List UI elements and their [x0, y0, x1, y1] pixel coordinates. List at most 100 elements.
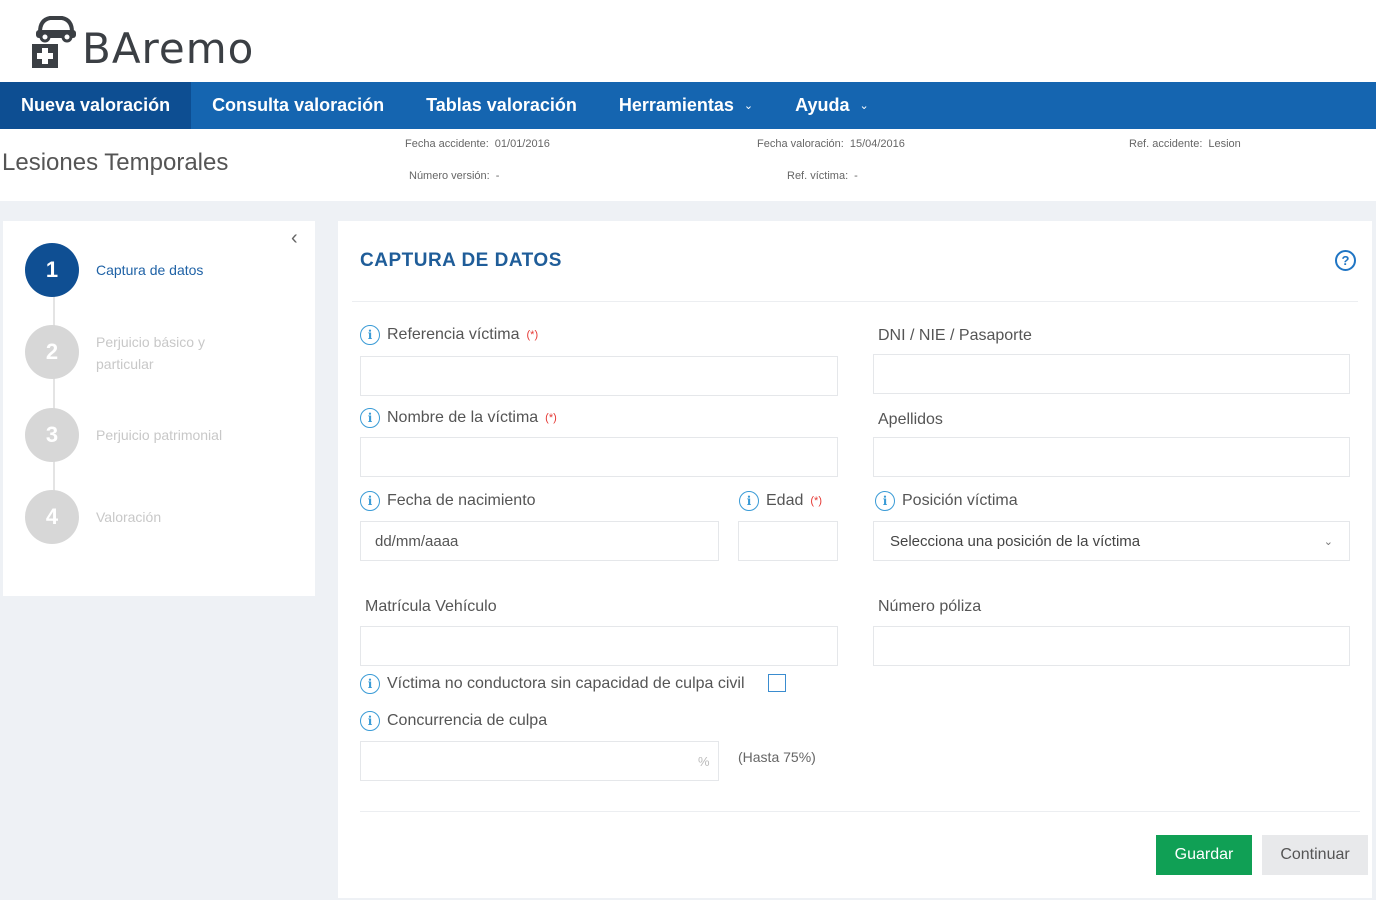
step-captura-datos[interactable]: 1 Captura de datos: [25, 243, 256, 297]
step-number: 2: [25, 325, 79, 379]
chevron-down-icon: ⌄: [859, 100, 869, 112]
field-label: Referencia víctima: [387, 326, 520, 343]
posicion-victima-select[interactable]: Selecciona una posición de la víctima ⌄: [873, 521, 1350, 561]
info-icon[interactable]: i: [739, 491, 759, 511]
dni-input[interactable]: [873, 354, 1350, 394]
info-icon[interactable]: i: [360, 408, 380, 428]
label-edad: i Edad (*): [739, 491, 822, 511]
info-icon[interactable]: i: [360, 491, 380, 511]
label-dni: DNI / NIE / Pasaporte: [878, 327, 1032, 345]
field-label: Concurrencia de culpa: [387, 712, 548, 729]
meta-value: 15/04/2016: [849, 138, 905, 150]
meta-label: Fecha accidente:: [405, 138, 489, 150]
nav-tablas-valoracion[interactable]: Tablas valoración: [405, 82, 598, 129]
brand-name: BAremo: [82, 24, 255, 73]
info-icon[interactable]: i: [360, 325, 380, 345]
info-icon[interactable]: i: [360, 711, 380, 731]
meta-numero-version: Número versión: -: [409, 170, 499, 182]
save-button[interactable]: Guardar: [1156, 835, 1252, 875]
nav-nueva-valoracion[interactable]: Nueva valoración: [0, 82, 192, 129]
page-title: Lesiones Temporales: [2, 149, 229, 176]
field-label: Nombre de la víctima: [387, 409, 539, 426]
divider: [352, 301, 1358, 302]
label-nombre-victima: i Nombre de la víctima (*): [360, 408, 557, 428]
label-concurrencia-culpa: i Concurrencia de culpa: [360, 711, 547, 731]
main-nav: Nueva valoración Consulta valoración Tab…: [0, 82, 1376, 129]
nav-label: Consulta valoración: [212, 95, 385, 115]
nav-herramientas[interactable]: Herramientas ⌄: [598, 82, 774, 129]
data-capture-card: CAPTURA DE DATOS ? i Referencia víctima …: [338, 221, 1372, 898]
step-number: 1: [25, 243, 79, 297]
step-label: Perjuicio básico y particular: [96, 334, 205, 372]
field-label: Matrícula Vehículo: [365, 598, 497, 615]
nav-label: Tablas valoración: [426, 95, 577, 115]
steps-sidebar: ‹ 1 Captura de datos 2 Perjuicio básico …: [3, 221, 315, 596]
apellidos-input[interactable]: [873, 437, 1350, 477]
meta-label: Ref. accidente:: [1129, 138, 1203, 150]
chevron-left-icon[interactable]: ‹: [291, 227, 298, 250]
step-label: Valoración: [96, 509, 162, 525]
form-title: CAPTURA DE DATOS: [360, 250, 562, 271]
field-label: Apellidos: [878, 411, 943, 428]
field-label: Edad: [766, 492, 804, 509]
chevron-down-icon: ⌄: [743, 100, 754, 112]
step-perjuicio-basico[interactable]: 2 Perjuicio básico y particular: [25, 325, 256, 379]
meta-label: Fecha valoración:: [757, 138, 844, 150]
info-icon[interactable]: i: [875, 491, 895, 511]
help-icon[interactable]: ?: [1335, 250, 1356, 271]
nav-label: Herramientas: [618, 95, 734, 115]
fecha-nacimiento-input[interactable]: [360, 521, 719, 561]
nav-ayuda[interactable]: Ayuda ⌄: [774, 82, 890, 129]
field-label: Fecha de nacimiento: [387, 492, 536, 509]
required-mark: (*): [526, 329, 539, 341]
meta-label: Número versión:: [409, 170, 490, 182]
step-number: 3: [25, 408, 79, 462]
step-number: 4: [25, 490, 79, 544]
nav-label: Nueva valoración: [21, 95, 171, 115]
chevron-down-icon: ⌄: [1323, 535, 1333, 548]
meta-fecha-valoracion: Fecha valoración: 15/04/2016: [757, 138, 905, 150]
meta-value: -: [495, 170, 500, 182]
matricula-input[interactable]: [360, 626, 838, 666]
step-label: Captura de datos: [96, 262, 204, 278]
percent-unit: %: [698, 754, 710, 769]
label-apellidos: Apellidos: [878, 411, 943, 429]
step-perjuicio-patrimonial[interactable]: 3 Perjuicio patrimonial: [25, 408, 256, 462]
field-label: DNI / NIE / Pasaporte: [878, 327, 1032, 344]
info-icon[interactable]: i: [360, 674, 380, 694]
concurrencia-hint: (Hasta 75%): [738, 749, 816, 765]
label-victima-no-conductora: i Víctima no conductora sin capacidad de…: [360, 674, 745, 694]
label-posicion-victima: i Posición víctima: [875, 491, 1018, 511]
label-referencia-victima: i Referencia víctima (*): [360, 325, 538, 345]
nav-consulta-valoracion[interactable]: Consulta valoración: [191, 82, 405, 129]
referencia-victima-input[interactable]: [360, 356, 838, 396]
meta-value: Lesion: [1208, 138, 1241, 150]
meta-value: 01/01/2016: [494, 138, 550, 150]
select-value: Selecciona una posición de la víctima: [890, 532, 1141, 550]
victima-no-conductora-checkbox[interactable]: [768, 674, 786, 692]
meta-label: Ref. víctima:: [787, 170, 849, 182]
required-mark: (*): [810, 495, 822, 507]
meta-ref-victima: Ref. víctima: -: [787, 170, 858, 182]
top-bar: BAremo: [0, 0, 1376, 82]
meta-value: -: [854, 170, 858, 182]
nombre-victima-input[interactable]: [360, 437, 838, 477]
label-numero-poliza: Número póliza: [878, 598, 981, 616]
field-label: Número póliza: [878, 598, 982, 615]
logo[interactable]: BAremo: [28, 8, 254, 72]
concurrencia-culpa-input[interactable]: [360, 741, 719, 781]
label-matricula: Matrícula Vehículo: [365, 598, 497, 616]
field-label: Víctima no conductora sin capacidad de c…: [387, 675, 745, 692]
divider: [360, 811, 1360, 812]
step-valoracion[interactable]: 4 Valoración: [25, 490, 256, 544]
label-fecha-nacimiento: i Fecha de nacimiento: [360, 491, 536, 511]
continue-button[interactable]: Continuar: [1262, 835, 1368, 875]
edad-input[interactable]: [738, 521, 838, 561]
numero-poliza-input[interactable]: [873, 626, 1350, 666]
page-header: Lesiones Temporales Fecha accidente: 01/0…: [0, 129, 1376, 201]
required-mark: (*): [545, 412, 557, 424]
meta-ref-accidente: Ref. accidente: Lesion: [1129, 138, 1241, 150]
step-label: Perjuicio patrimonial: [96, 427, 223, 443]
meta-fecha-accidente: Fecha accidente: 01/01/2016: [405, 138, 550, 150]
field-label: Posición víctima: [902, 492, 1018, 509]
